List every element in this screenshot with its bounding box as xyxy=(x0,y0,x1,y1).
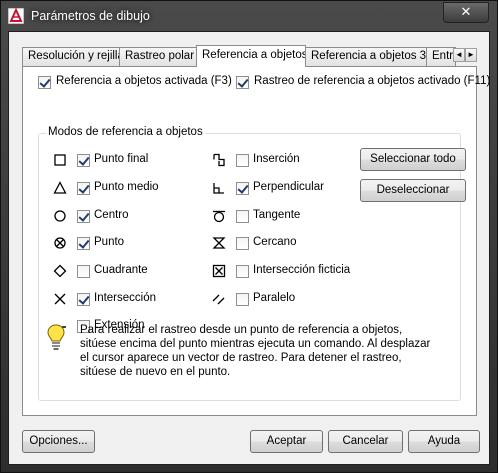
accept-button[interactable]: Aceptar xyxy=(250,430,323,453)
midpoint-label[interactable]: Punto medio xyxy=(94,181,159,193)
perpendicular-icon xyxy=(213,183,224,194)
tab-polar-tracking[interactable]: Rastreo polar xyxy=(119,47,198,66)
center-label[interactable]: Centro xyxy=(94,209,129,221)
node-label[interactable]: Punto xyxy=(94,236,124,248)
parallel-checkbox[interactable] xyxy=(236,293,249,306)
endpoint-label[interactable]: Punto final xyxy=(94,153,148,165)
title-bar[interactable]: Parámetros de dibujo ✕ xyxy=(1,1,497,31)
tangent-checkbox[interactable] xyxy=(236,210,249,223)
snap-modes-group-title: Modos de referencia a objetos xyxy=(46,126,205,138)
perpendicular-label[interactable]: Perpendicular xyxy=(253,181,324,193)
tracking-hint-text: Para realizar el rastreo desde un punto … xyxy=(80,324,431,378)
tangent-label[interactable]: Tangente xyxy=(253,209,300,221)
apparent-intersection-icon xyxy=(212,264,226,278)
apparent-intersection-checkbox[interactable] xyxy=(236,265,249,278)
tab-dynamic-input[interactable]: Entr xyxy=(426,47,456,66)
center-icon xyxy=(54,210,66,222)
insertion-checkbox[interactable] xyxy=(236,154,249,167)
window-title: Parámetros de dibujo xyxy=(31,9,150,23)
tab-snap-grid[interactable]: Resolución y rejilla xyxy=(22,47,120,66)
autocad-app-icon xyxy=(8,8,24,24)
tab-strip: Resolución y rejilla Rastreo polar Refer… xyxy=(22,45,478,67)
nearest-icon xyxy=(212,237,226,249)
quadrant-label[interactable]: Cuadrante xyxy=(94,264,148,276)
endpoint-icon xyxy=(54,154,66,166)
options-button[interactable]: Opciones... xyxy=(22,430,95,453)
tab-3d-object-snap[interactable]: Referencia a objetos 3D xyxy=(305,47,427,66)
dialog-window: Parámetros de dibujo ✕ Resolución y reji… xyxy=(0,0,498,473)
tab-scroll-left-button[interactable]: ◄ xyxy=(453,48,465,62)
cancel-button[interactable]: Cancelar xyxy=(328,430,403,453)
osnap-on-checkbox[interactable] xyxy=(38,76,51,89)
endpoint-checkbox[interactable] xyxy=(77,154,90,167)
insertion-icon xyxy=(213,153,225,167)
osnap-on-label[interactable]: Referencia a objetos activada (F3) xyxy=(56,75,232,87)
node-icon xyxy=(54,237,66,249)
apparent-intersection-label[interactable]: Intersección ficticia xyxy=(253,264,350,276)
tab-scroll-right-button[interactable]: ► xyxy=(465,48,477,62)
intersection-label[interactable]: Intersección xyxy=(94,292,156,304)
quadrant-icon xyxy=(53,264,67,278)
nearest-checkbox[interactable] xyxy=(236,237,249,250)
otrack-on-label[interactable]: Rastreo de referencia a objetos activado… xyxy=(254,75,490,87)
close-button[interactable]: ✕ xyxy=(443,2,489,23)
deselect-all-button[interactable]: Deseleccionar xyxy=(360,179,466,202)
insertion-label[interactable]: Inserción xyxy=(253,153,300,165)
center-checkbox[interactable] xyxy=(77,210,90,223)
nearest-label[interactable]: Cercano xyxy=(253,236,296,248)
select-all-button[interactable]: Seleccionar todo xyxy=(360,148,466,171)
parallel-label[interactable]: Paralelo xyxy=(253,292,295,304)
dialog-client: Resolución y rejilla Rastreo polar Refer… xyxy=(8,31,490,465)
help-button[interactable]: Ayuda xyxy=(408,430,480,453)
object-snap-panel: Referencia a objetos activada (F3) Rastr… xyxy=(22,66,490,416)
intersection-checkbox[interactable] xyxy=(77,293,90,306)
parallel-icon xyxy=(212,294,225,305)
otrack-on-checkbox[interactable] xyxy=(236,76,249,89)
lightbulb-icon xyxy=(47,324,65,350)
intersection-icon xyxy=(54,293,66,305)
midpoint-checkbox[interactable] xyxy=(77,182,90,195)
tangent-icon xyxy=(213,210,225,223)
tab-object-snap[interactable]: Referencia a objetos xyxy=(196,45,306,67)
midpoint-icon xyxy=(53,181,67,194)
perpendicular-checkbox[interactable] xyxy=(236,182,249,195)
quadrant-checkbox[interactable] xyxy=(77,265,90,278)
node-checkbox[interactable] xyxy=(77,237,90,250)
